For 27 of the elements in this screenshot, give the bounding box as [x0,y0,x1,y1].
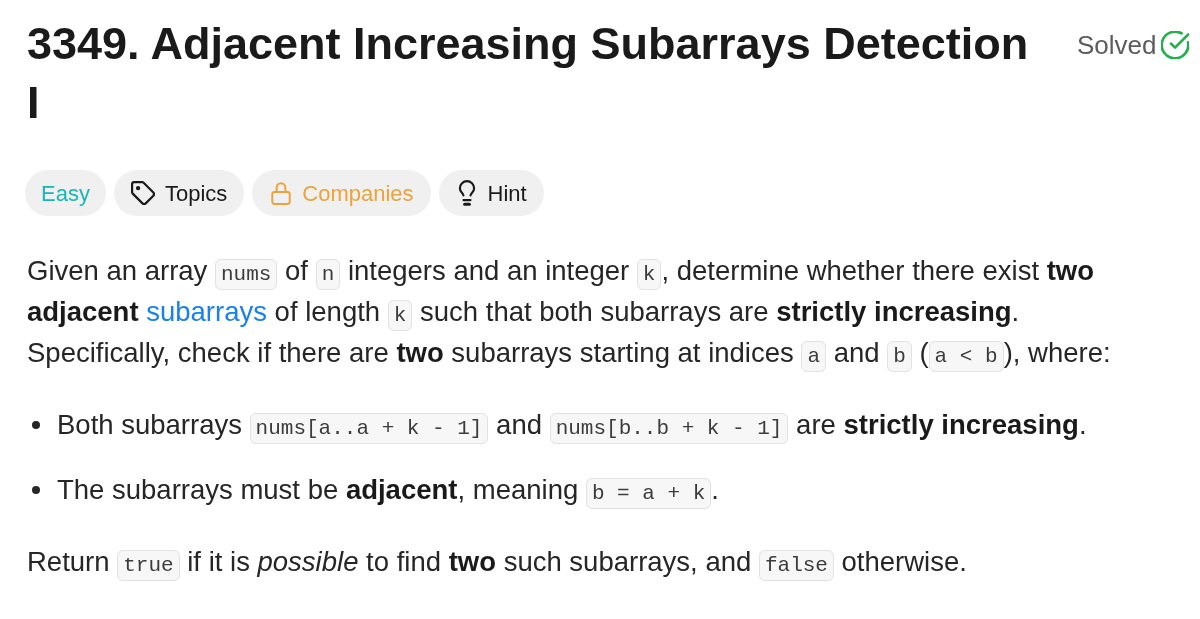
status-label: Solved [1077,29,1157,61]
list-item-text: The subarrays must be adjacent, meaning b = a + k . [57,469,719,510]
inline-code: b = a + k [585,478,712,509]
inline-code: true [117,550,180,581]
inline-code: nums[a..a + k - 1] [249,413,489,444]
problem-title: 3349. Adjacent Increasing Subarrays Detection I [27,17,1030,130]
description-paragraph: Given an array nums of n integers and an integer k , determine whether there exist two adjacent subarrays of length k such that both subarrays are strictly increasing. Specifically, check if there are two subarrays starting at indices a and b ( a < b ), where: [27,250,1160,373]
inline-code: nums[b..b + k - 1] [549,413,789,444]
list-item-text: Both subarrays nums[a..a + k - 1] and nums[b..b + k - 1] are strictly increasing. [57,404,1087,445]
description-paragraph: Return true if it is possible to find two such subarrays, and false otherwise. [27,541,1160,582]
subarrays-link[interactable]: subarrays [146,296,267,327]
inline-code: b [887,341,912,372]
inline-code: a < b [928,341,1004,372]
lock-icon [270,181,293,205]
topics-button[interactable]: Topics [113,170,245,216]
check-circle-icon [1160,31,1189,59]
inline-code: false [758,550,834,581]
tag-icon [130,181,155,205]
inline-code: a [801,341,826,372]
bullet-icon [32,485,40,494]
difficulty-badge: Easy [25,170,106,216]
inline-code: nums [215,259,278,290]
bullet-icon [32,420,40,429]
inline-code: n [315,259,341,290]
inline-code: k [387,300,413,331]
inline-code: k [636,259,662,290]
hint-button[interactable]: Hint [438,170,544,216]
